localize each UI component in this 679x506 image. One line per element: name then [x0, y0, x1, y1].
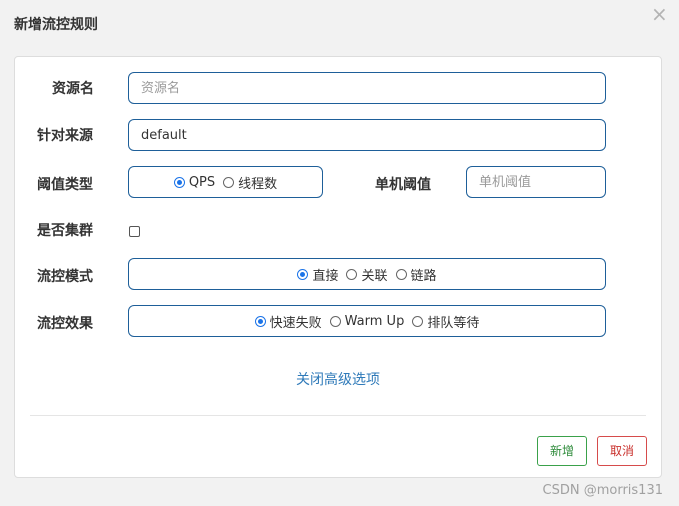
form-panel: 资源名 针对来源 阈值类型 QPS 线程数 单机阈值 是否集群 流控模式 直接 … — [14, 56, 662, 478]
control-effect-radio-group: 快速失败 Warm Up 排队等待 — [128, 305, 606, 337]
radio-label: Warm Up — [344, 313, 405, 329]
radio-unchecked-icon — [223, 176, 235, 188]
radio-option-qps[interactable]: QPS — [173, 174, 216, 190]
radio-label: 链路 — [410, 268, 437, 284]
cancel-button[interactable]: 取消 — [597, 436, 647, 466]
cluster-checkbox[interactable] — [129, 226, 140, 237]
radio-unchecked-icon — [329, 315, 341, 327]
cluster-label: 是否集群 — [37, 223, 93, 239]
threshold-type-label: 阈值类型 — [37, 177, 93, 193]
radio-label: 关联 — [361, 268, 388, 284]
control-mode-radio-group: 直接 关联 链路 — [128, 258, 606, 290]
radio-label: 直接 — [312, 268, 339, 284]
radio-unchecked-icon — [346, 268, 358, 280]
radio-unchecked-icon — [395, 268, 407, 280]
resource-name-input[interactable] — [128, 72, 606, 104]
control-effect-label: 流控效果 — [37, 316, 93, 332]
add-button[interactable]: 新增 — [537, 436, 587, 466]
control-mode-label: 流控模式 — [37, 269, 93, 285]
limit-app-label: 针对来源 — [37, 128, 93, 144]
radio-option-relate[interactable]: 关联 — [346, 265, 388, 284]
divider — [30, 415, 646, 416]
threshold-type-radio-group: QPS 线程数 — [128, 166, 323, 198]
radio-unchecked-icon — [412, 315, 424, 327]
radio-option-warm-up[interactable]: Warm Up — [329, 313, 405, 329]
radio-option-thread-count[interactable]: 线程数 — [223, 173, 277, 192]
radio-label: QPS — [188, 174, 216, 190]
resource-name-label: 资源名 — [52, 81, 94, 97]
close-icon[interactable]: × — [651, 4, 668, 24]
radio-checked-icon — [297, 268, 309, 280]
radio-option-fast-fail[interactable]: 快速失败 — [254, 312, 322, 331]
radio-label: 快速失败 — [269, 315, 322, 331]
dialog-title: 新增流控规则 — [14, 17, 98, 33]
watermark: CSDN @morris131 — [542, 483, 663, 498]
radio-label: 线程数 — [238, 176, 278, 192]
single-threshold-input[interactable] — [466, 166, 606, 198]
radio-option-chain[interactable]: 链路 — [395, 265, 437, 284]
radio-label: 排队等待 — [427, 315, 480, 331]
radio-option-direct[interactable]: 直接 — [297, 265, 338, 284]
radio-option-queue[interactable]: 排队等待 — [412, 312, 479, 331]
radio-checked-icon — [173, 176, 185, 188]
limit-app-input[interactable] — [128, 119, 606, 151]
radio-checked-icon — [254, 315, 266, 327]
single-threshold-label: 单机阈值 — [375, 177, 431, 193]
toggle-advanced-options-link[interactable]: 关闭高级选项 — [15, 369, 661, 389]
